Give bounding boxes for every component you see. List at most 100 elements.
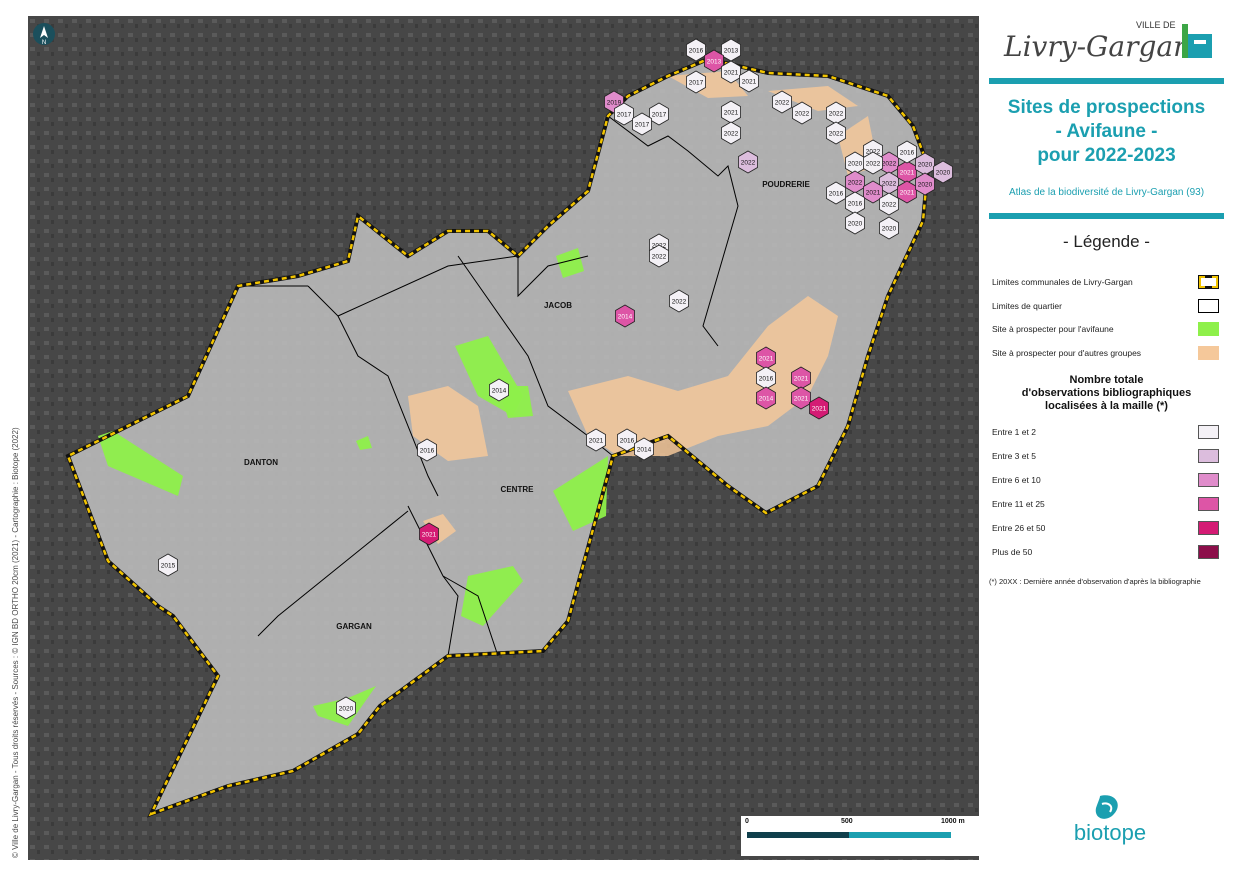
observation-cell-year: 2021 [759,356,774,363]
scale-label-1000: 1000 m [941,818,965,825]
observation-cell-year: 2022 [724,131,739,138]
observation-cell-year: 2017 [635,122,650,129]
legend-class-swatch [1198,473,1219,487]
legend-class-label: Plus de 50 [992,547,1033,557]
observation-cell-year: 2022 [829,111,844,118]
legend-class-label: Entre 1 et 2 [992,427,1036,437]
map-title: Sites de prospections - Avifaune - pour … [989,96,1224,168]
observation-cell-year: 2016 [759,376,774,383]
map-canvas[interactable]: POUDRERIE JACOB DANTON CENTRE GARGAN 201… [28,16,979,860]
observation-cell-year: 2014 [492,388,507,395]
observation-cell-year: 2020 [882,226,897,233]
observation-cell-year: 2022 [795,111,810,118]
title-line-3: pour 2022-2023 [1037,145,1176,166]
scale-label-0: 0 [745,818,749,825]
legend-class-swatch [1198,545,1219,559]
legend-class-label: Entre 3 et 5 [992,451,1036,461]
observation-cell-year: 2021 [866,190,881,197]
observation-cell-year: 2021 [589,438,604,445]
legend-class-swatch [1198,425,1219,439]
classes-heading-line-1: Nombre totale [1069,374,1144,386]
district-label-poudrerie: POUDRERIE [762,180,810,189]
observation-cell-year: 2020 [918,162,933,169]
observation-cell-year: 2022 [775,100,790,107]
district-label-centre: CENTRE [501,485,535,494]
observation-cell-year: 2021 [794,376,809,383]
legend-item-autres: Site à prospecter pour d'autres groupes [992,348,1142,358]
observation-cell-year: 2017 [617,112,632,119]
legend-swatch-commune [1198,275,1219,289]
classes-heading: Nombre totale d'observations bibliograph… [989,374,1224,413]
district-label-danton: DANTON [244,458,278,467]
observation-cell-year: 2014 [618,314,633,321]
title-divider [989,213,1224,219]
legend-swatch-avifaune [1198,322,1219,336]
observation-cell-year: 2022 [652,254,667,261]
map-frame[interactable]: POUDRERIE JACOB DANTON CENTRE GARGAN 201… [28,16,979,860]
observation-cell-year: 2021 [422,532,437,539]
observation-cell-year: 2013 [707,59,722,66]
classes-heading-line-3: localisées à la maille (*) [1045,400,1168,412]
title-line-2: - Avifaune - [1055,121,1158,142]
header-divider [989,78,1224,84]
scale-bar: 0 500 1000 m [741,816,979,856]
map-credits: © Ville de Livry-Gargan - Tous droits ré… [11,427,20,858]
city-logo: Livry-Gargan VILLE DE [996,14,1224,70]
biotope-wordmark: biotope [1074,820,1146,845]
legend-class-label: Entre 6 et 10 [992,475,1041,485]
title-line-1: Sites de prospections [1007,97,1206,118]
classes-heading-line-2: d'observations bibliographiques [1021,387,1192,399]
observation-cell-year: 2016 [620,438,635,445]
north-arrow-icon: N [32,22,56,46]
legend-class-swatch [1198,449,1219,463]
observation-cell-year: 2015 [161,563,176,570]
observation-cell-year: 2022 [866,161,881,168]
observation-cell-year: 2022 [882,181,897,188]
observation-cell-year: 2013 [724,48,739,55]
observation-cell-year: 2017 [689,80,704,87]
scale-label-500: 500 [841,818,853,825]
legend-swatch-quartier [1198,299,1219,313]
legend-class-swatch [1198,497,1219,511]
observation-cell-year: 2014 [637,447,652,454]
observation-cell-year: 2022 [672,299,687,306]
observation-cell-year: 2020 [918,182,933,189]
legend-class-swatch [1198,521,1219,535]
observation-cell-year: 2014 [759,396,774,403]
legend-class-label: Entre 26 et 50 [992,523,1046,533]
observation-cell-year: 2021 [794,396,809,403]
observation-cell-year: 2021 [900,190,915,197]
legend-item-commune: Limites communales de Livry-Gargan [992,277,1133,287]
map-subtitle: Atlas de la biodiversité de Livry-Gargan… [1008,187,1205,198]
legend-title: - Légende - [1063,232,1150,251]
observation-cell-year: 2022 [882,202,897,209]
observation-cell-year: 2017 [652,112,667,119]
observation-cell-year: 2022 [848,180,863,187]
legend-class-label: Entre 11 et 25 [992,499,1045,509]
observation-cell-year: 2016 [420,448,435,455]
observation-cell-year: 2021 [812,406,827,413]
observation-cell-year: 2021 [724,110,739,117]
legend-swatch-autres [1198,346,1219,360]
observation-cell-year: 2016 [848,201,863,208]
observation-cell-year: 2016 [689,48,704,55]
observation-cell-year: 2020 [848,161,863,168]
svg-text:N: N [42,40,46,46]
observation-cell-year: 2016 [829,191,844,198]
observation-cell-year: 2020 [848,221,863,228]
observation-cell-year: 2021 [900,170,915,177]
observation-cell-year: 2020 [936,170,951,177]
observation-cell-year: 2022 [882,161,897,168]
legend-note: (*) 20XX : Dernière année d'observation … [989,577,1201,586]
observation-cell-year: 2021 [742,79,757,86]
observation-cell-year: 2020 [339,706,354,713]
legend-item-avifaune: Site à prospecter pour l'avifaune [992,324,1114,334]
legend-item-quartier: Limites de quartier [992,301,1062,311]
district-label-gargan: GARGAN [336,622,372,631]
svg-text:Livry-Gargan: Livry-Gargan [1003,30,1191,63]
observation-cell-year: 2022 [829,131,844,138]
svg-text:VILLE DE: VILLE DE [1136,20,1176,30]
biotope-logo: biotope [1060,792,1160,852]
observation-cell-year: 2022 [741,160,756,167]
district-label-jacob: JACOB [544,301,572,310]
